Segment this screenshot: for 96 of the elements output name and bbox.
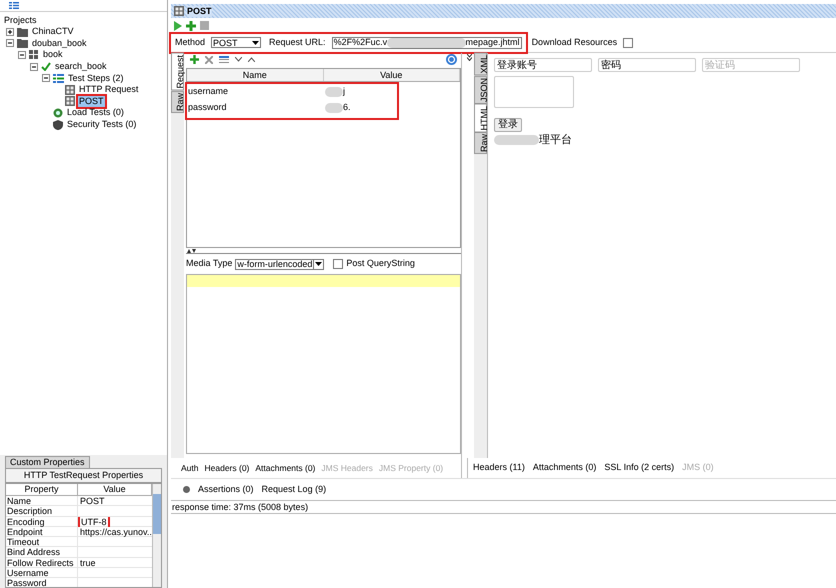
status-dot-icon <box>183 486 190 493</box>
help-icon[interactable] <box>446 54 457 65</box>
vertical-tab[interactable]: Raw <box>474 132 487 154</box>
tree-item[interactable]: search_book <box>54 61 108 72</box>
grid-icon <box>29 50 39 60</box>
folder-icon <box>17 38 28 48</box>
input-field[interactable]: 登录账号 <box>494 58 592 72</box>
download-label: Download Resources <box>532 36 618 49</box>
collapse-icon[interactable] <box>18 50 26 59</box>
column-header[interactable]: Property <box>6 484 78 495</box>
tree-item[interactable]: douban_book <box>31 38 88 49</box>
property-value: https://cas.yunov... <box>80 526 152 537</box>
column-header[interactable]: Value <box>324 69 460 81</box>
tree-view-icon[interactable] <box>9 2 19 9</box>
tab[interactable]: Attachments (0) <box>255 462 316 474</box>
tree-item[interactable]: HTTP Request <box>78 84 140 96</box>
tab[interactable]: Attachments (0) <box>532 461 596 475</box>
collapse-icon[interactable] <box>30 62 38 71</box>
url-field[interactable]: %2F%2Fuc.v mepage.jhtml <box>332 36 522 48</box>
property-name: Follow Redirects <box>6 558 78 568</box>
table-icon[interactable] <box>219 56 229 64</box>
scrollbar[interactable] <box>152 484 161 587</box>
tab[interactable]: Headers (11) <box>473 461 525 475</box>
caret-icon <box>252 40 260 44</box>
url-label: Request URL: <box>269 36 326 49</box>
post-querystring-label: Post QueryString <box>346 257 415 270</box>
param-name: username <box>187 85 230 98</box>
login-button[interactable]: 登录 <box>494 118 522 132</box>
caption-text: 理平台 <box>539 133 572 148</box>
shield-icon <box>53 120 63 130</box>
splitter-arrows-icon[interactable] <box>187 248 196 252</box>
param-name: password <box>187 101 228 114</box>
redaction-blur <box>325 87 343 97</box>
vertical-tab[interactable]: XML <box>474 53 487 76</box>
property-value: POST <box>80 496 105 506</box>
tree-item[interactable]: ChinaCTV <box>31 26 75 38</box>
plus-icon[interactable] <box>190 55 199 64</box>
tree-item[interactable]: Load Tests (0) <box>66 107 125 118</box>
property-name: Timeout <box>6 537 78 548</box>
vertical-tab[interactable]: HTML <box>474 104 487 132</box>
tab[interactable]: SSL Info (2 certs) <box>604 461 674 475</box>
tree-item[interactable]: POST <box>78 96 105 107</box>
redaction-blur <box>494 135 539 146</box>
property-value: UTF-8 <box>80 516 108 527</box>
param-value: j <box>343 85 345 98</box>
media-type-label: Media Type <box>186 257 232 270</box>
redaction-blur <box>325 103 343 113</box>
collapse-icon[interactable] <box>6 39 14 48</box>
request-icon <box>174 6 184 16</box>
vertical-tab[interactable]: Raw <box>171 90 184 113</box>
method-select[interactable]: POST <box>211 37 262 48</box>
property-name: Password <box>6 578 78 587</box>
vertical-tab[interactable]: Request <box>171 53 184 91</box>
editor-title: POST <box>187 6 212 16</box>
delete-icon[interactable] <box>205 56 213 64</box>
tree-item[interactable]: Security Tests (0) <box>66 119 138 130</box>
folder-icon <box>17 26 28 37</box>
property-name: Bind Address <box>6 547 78 558</box>
tab[interactable]: Assertions (0) <box>198 482 254 496</box>
property-value: true <box>80 558 96 568</box>
param-value: 6. <box>343 101 351 114</box>
properties-tab[interactable]: Custom Properties <box>5 456 90 468</box>
tab[interactable]: Headers (0) <box>204 462 250 474</box>
status-bar: response time: 37ms (5008 bytes) <box>171 500 836 514</box>
input-field[interactable]: 密码 <box>598 58 696 72</box>
tree-item[interactable]: Test Steps (2) <box>67 72 125 84</box>
caret-icon <box>315 262 322 266</box>
collapse-arrows-icon[interactable] <box>467 54 472 61</box>
properties-title: HTTP TestRequest Properties <box>5 468 162 483</box>
tab[interactable]: Request Log (9) <box>262 482 326 496</box>
request-icon <box>65 84 75 95</box>
media-type-select[interactable]: w-form-urlencoded <box>235 258 324 270</box>
property-name: Encoding <box>6 516 78 527</box>
method-label: Method <box>175 36 206 49</box>
move-down-icon[interactable] <box>235 57 242 62</box>
column-header[interactable]: Name <box>187 69 324 81</box>
plus-icon[interactable] <box>186 20 196 30</box>
property-name: Username <box>6 568 78 578</box>
check-icon <box>41 62 51 72</box>
collapse-icon[interactable] <box>42 74 50 82</box>
tree-heading: Projects <box>4 15 38 26</box>
expand-icon[interactable] <box>6 28 14 36</box>
request-icon <box>65 96 75 106</box>
input-field[interactable]: 验证码 <box>702 58 800 72</box>
tab[interactable]: Auth <box>181 462 198 474</box>
property-name: Description <box>6 506 78 516</box>
vertical-tab[interactable]: JSON <box>474 76 487 104</box>
play-icon[interactable] <box>174 20 182 30</box>
property-name: Name <box>6 496 78 506</box>
tree-item[interactable]: book <box>42 49 64 60</box>
property-name: Endpoint <box>6 526 78 537</box>
checkbox[interactable] <box>623 38 634 48</box>
checkbox[interactable] <box>333 259 344 269</box>
list-icon <box>53 74 64 83</box>
gauge-icon <box>53 108 63 118</box>
move-up-icon[interactable] <box>248 57 255 62</box>
